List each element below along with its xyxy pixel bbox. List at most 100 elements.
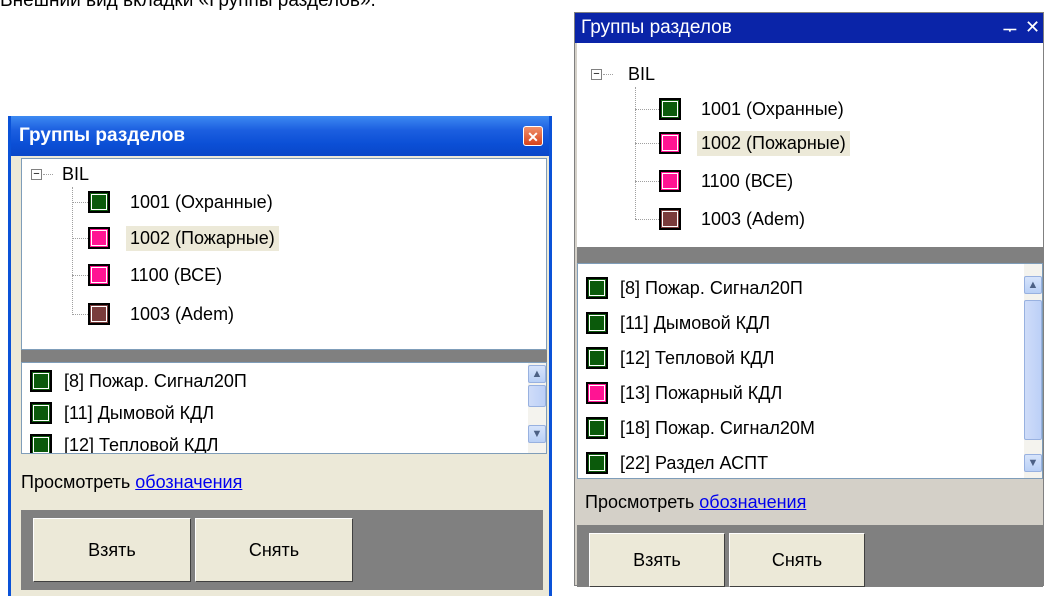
tree-root-bil[interactable]: BIL	[628, 63, 655, 85]
group-color-swatch	[88, 191, 110, 213]
splitter[interactable]	[577, 247, 1043, 263]
scroll-down-icon[interactable]: ▼	[528, 425, 546, 443]
list-item[interactable]: [8] Пожар. Сигнал20П	[586, 274, 803, 302]
list-item[interactable]: [12] Тепловой КДЛ	[30, 431, 219, 454]
remove-button[interactable]: Снять	[729, 533, 865, 587]
tree-connector	[43, 174, 53, 175]
panel-titlebar: Группы разделов ✕	[11, 116, 549, 156]
tree-connector	[72, 238, 88, 239]
scroll-thumb[interactable]	[1024, 300, 1042, 440]
tree-item-label: 1003 (Adem)	[701, 208, 806, 229]
close-icon[interactable]: ✕	[523, 126, 543, 146]
section-color-swatch	[586, 382, 608, 404]
list-item[interactable]: [18] Пожар. Сигнал20М	[586, 414, 815, 442]
scroll-thumb[interactable]	[528, 385, 546, 407]
group-color-swatch	[88, 264, 110, 286]
section-color-swatch	[586, 452, 608, 474]
tree-connector	[72, 314, 88, 315]
section-groups-panel-docked: Группы разделов ᅮ ✕ − BIL 1001 (Охранные…	[574, 12, 1044, 587]
tree-item-1002[interactable]: 1002 (Пожарные)	[88, 224, 279, 252]
list-item-label: [11] Дымовой КДЛ	[64, 402, 215, 423]
take-button[interactable]: Взять	[33, 518, 191, 582]
tree-connector	[635, 181, 659, 182]
tree-root-bil[interactable]: BIL	[62, 163, 89, 185]
panel-title: Группы разделов	[581, 17, 732, 38]
tree-connector	[72, 275, 88, 276]
tree-root-label: BIL	[628, 63, 656, 84]
tree-item-label: 1100 (ВСЕ)	[701, 170, 794, 191]
tree-item-label: 1003 (Adem)	[130, 303, 235, 324]
legend-prefix: Просмотреть	[585, 492, 695, 512]
collapse-icon[interactable]: −	[591, 69, 602, 80]
list-item[interactable]: [11] Дымовой КДЛ	[586, 309, 770, 337]
vertical-scrollbar[interactable]: ▲ ▼	[528, 363, 546, 453]
section-groups-panel-xp: Группы разделов ✕ − BIL 1001 (Охранные) …	[8, 116, 552, 596]
tree-item-label: 1002 (Пожарные)	[126, 225, 279, 251]
list-item-label: [11] Дымовой КДЛ	[620, 312, 771, 333]
page-caption: Внешний вид вкладки «Группы разделов».	[0, 0, 376, 11]
panel-title: Группы разделов	[19, 125, 186, 146]
groups-tree: − BIL 1001 (Охранные) 1002 (Пожарные) 11…	[21, 158, 547, 350]
list-item[interactable]: [12] Тепловой КДЛ	[586, 344, 774, 372]
tree-item-1003[interactable]: 1003 (Adem)	[88, 300, 238, 328]
list-item[interactable]: [8] Пожар. Сигнал20П	[30, 367, 247, 395]
list-item-label: [12] Тепловой КДЛ	[64, 434, 219, 454]
legend-prefix: Просмотреть	[21, 472, 131, 492]
list-item[interactable]: [13] Пожарный КДЛ	[586, 379, 782, 407]
section-color-swatch	[586, 417, 608, 439]
list-item-label: [12] Тепловой КДЛ	[620, 347, 775, 368]
group-color-swatch	[88, 303, 110, 325]
panel-titlebar: Группы разделов ᅮ ✕	[575, 13, 1043, 43]
group-color-swatch	[659, 98, 681, 120]
scroll-up-icon[interactable]: ▲	[528, 365, 546, 383]
section-color-swatch	[30, 434, 52, 453]
close-icon[interactable]: ✕	[1025, 17, 1040, 38]
tree-root-label: BIL	[62, 163, 90, 184]
sections-list: [8] Пожар. Сигнал20П [11] Дымовой КДЛ [1…	[577, 263, 1043, 479]
list-item-label: [8] Пожар. Сигнал20П	[64, 370, 247, 391]
tree-connector	[635, 219, 659, 220]
tree-connector	[72, 187, 73, 315]
vertical-scrollbar[interactable]: ▲ ▼	[1024, 264, 1042, 478]
tree-item-1001[interactable]: 1001 (Охранные)	[659, 95, 848, 123]
take-button[interactable]: Взять	[589, 533, 725, 587]
legend-link[interactable]: обозначения	[699, 492, 806, 512]
tree-connector	[635, 87, 636, 219]
section-color-swatch	[586, 277, 608, 299]
tree-connector	[72, 202, 88, 203]
tree-item-1100[interactable]: 1100 (ВСЕ)	[88, 261, 226, 289]
groups-tree: − BIL 1001 (Охранные) 1002 (Пожарные) 11…	[577, 43, 1043, 247]
list-item[interactable]: [11] Дымовой КДЛ	[30, 399, 214, 427]
section-color-swatch	[30, 402, 52, 424]
list-item[interactable]: [22] Раздел АСПТ	[586, 449, 768, 477]
splitter[interactable]	[21, 350, 547, 362]
pin-icon[interactable]: ᅮ	[1003, 19, 1017, 40]
tree-connector	[635, 109, 659, 110]
tree-item-label: 1001 (Охранные)	[130, 191, 273, 212]
section-color-swatch	[30, 370, 52, 392]
group-color-swatch	[88, 227, 110, 249]
button-bar: Взять Снять	[577, 525, 1043, 587]
tree-item-label: 1002 (Пожарные)	[697, 130, 850, 156]
sections-list: [8] Пожар. Сигнал20П [11] Дымовой КДЛ [1…	[21, 362, 547, 454]
remove-button[interactable]: Снять	[195, 518, 353, 582]
section-color-swatch	[586, 312, 608, 334]
group-color-swatch	[659, 132, 681, 154]
tree-item-1100[interactable]: 1100 (ВСЕ)	[659, 167, 797, 195]
tree-item-1003[interactable]: 1003 (Adem)	[659, 205, 809, 233]
tree-connector	[603, 74, 613, 75]
group-color-swatch	[659, 170, 681, 192]
tree-connector	[635, 143, 659, 144]
scroll-down-icon[interactable]: ▼	[1024, 454, 1042, 472]
list-item-label: [22] Раздел АСПТ	[620, 452, 769, 473]
list-item-label: [18] Пожар. Сигнал20М	[620, 417, 815, 438]
button-bar: Взять Снять	[21, 510, 543, 590]
list-item-label: [8] Пожар. Сигнал20П	[620, 277, 803, 298]
scroll-up-icon[interactable]: ▲	[1024, 276, 1042, 294]
section-color-swatch	[586, 347, 608, 369]
tree-item-1001[interactable]: 1001 (Охранные)	[88, 188, 277, 216]
tree-item-label: 1001 (Охранные)	[701, 98, 844, 119]
legend-link[interactable]: обозначения	[135, 472, 242, 492]
collapse-icon[interactable]: −	[31, 169, 42, 180]
tree-item-1002[interactable]: 1002 (Пожарные)	[659, 129, 850, 157]
